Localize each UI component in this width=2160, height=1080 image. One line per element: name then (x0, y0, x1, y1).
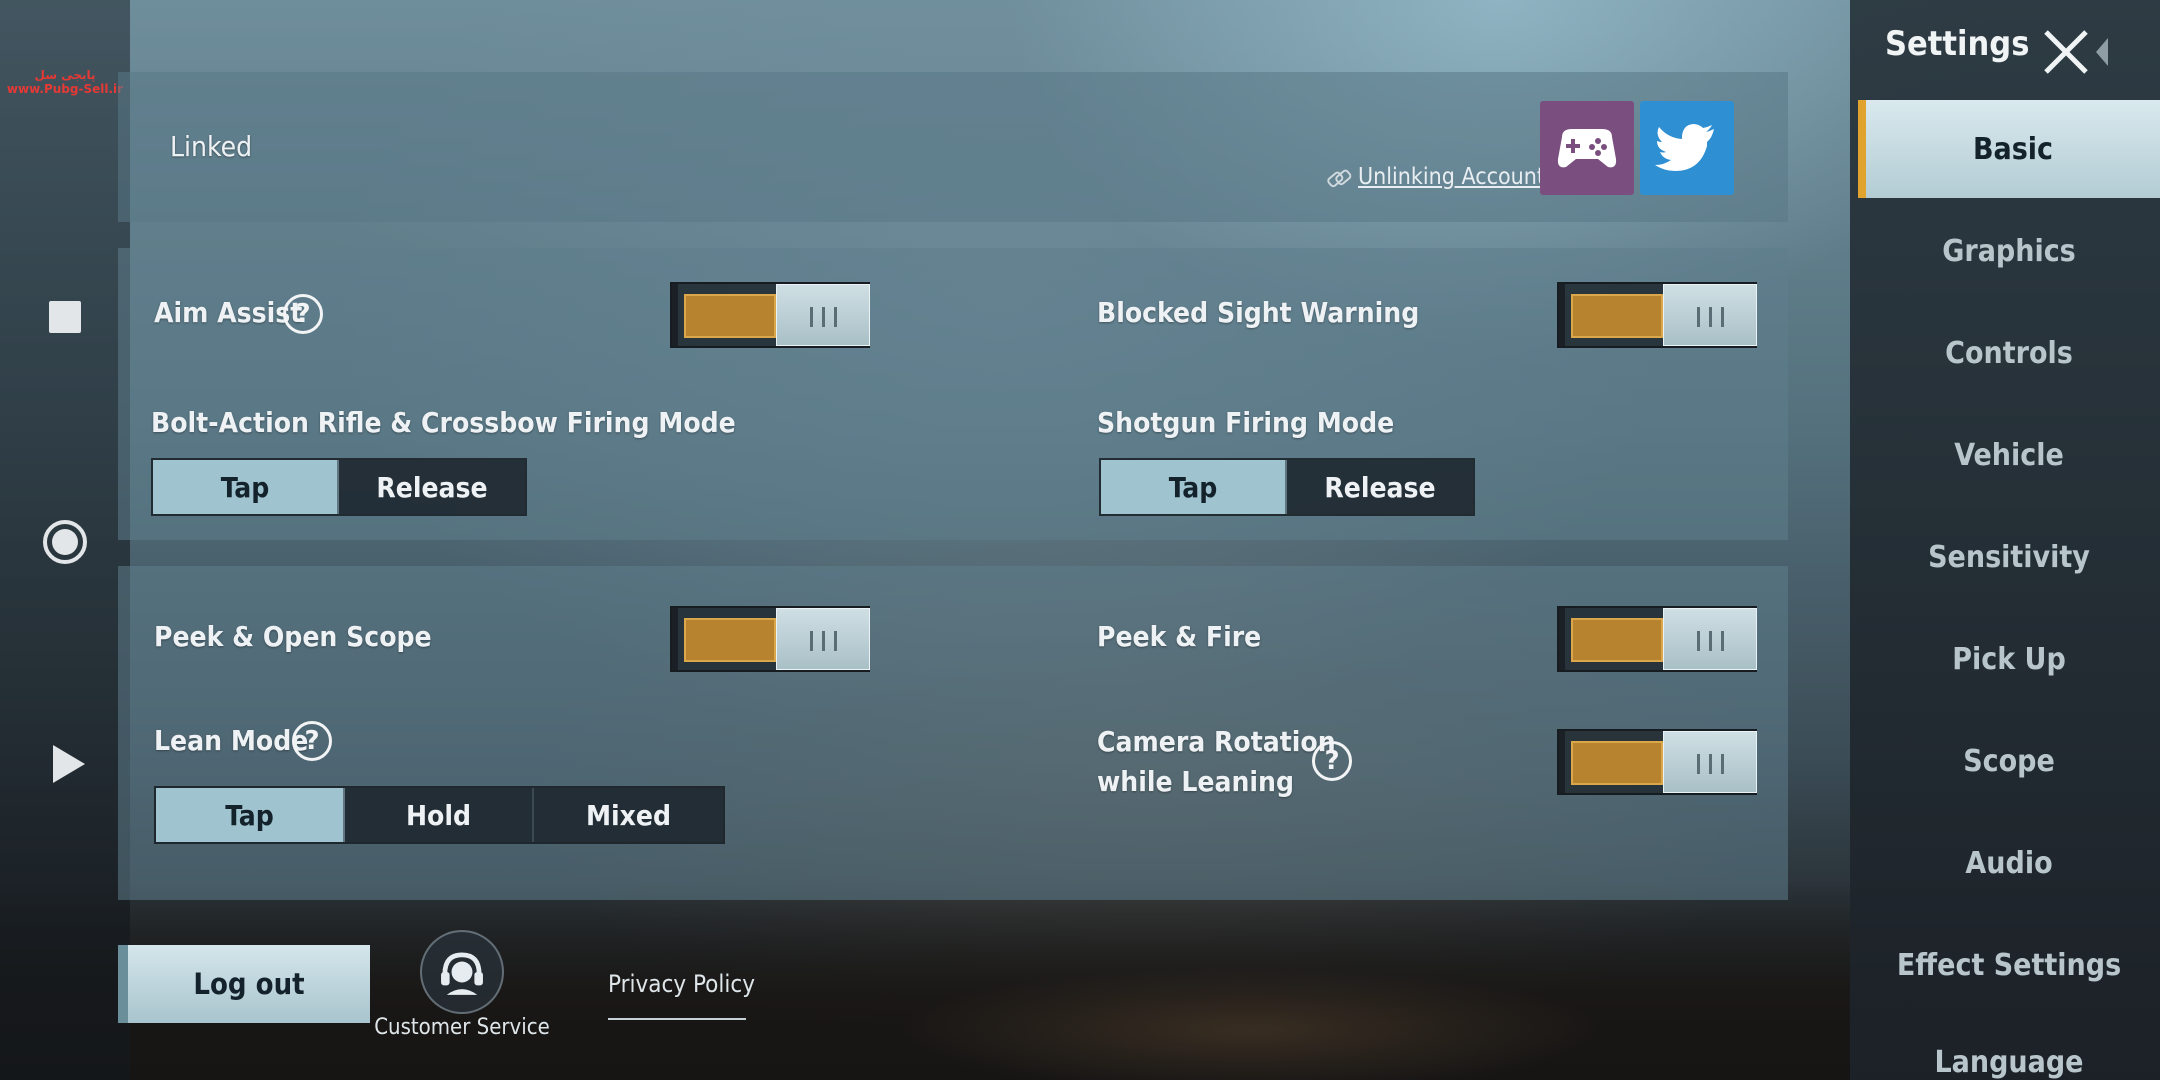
game-controller-icon[interactable] (1540, 101, 1634, 195)
headset-glyph (441, 952, 483, 995)
lean-mode-label: Lean Mode (154, 724, 309, 757)
bolt-action-option-tap[interactable]: Tap (153, 460, 339, 514)
twitter-icon[interactable] (1640, 101, 1734, 195)
peek-open-scope-toggle[interactable] (670, 606, 870, 672)
sidebar-item-basic[interactable]: Basic (1858, 100, 2160, 198)
settings-title: Settings (1885, 24, 2030, 64)
sidebar-item-vehicle[interactable]: Vehicle (1858, 406, 2160, 504)
privacy-policy-link[interactable]: Privacy Policy (608, 970, 755, 1020)
sidebar-item-effect-settings[interactable]: Effect Settings (1858, 916, 2160, 1014)
unlinking-accounts-link[interactable]: Unlinking Accounts (1358, 164, 1556, 190)
unlink-chain-icon (1327, 169, 1352, 188)
blocked-sight-warning-label: Blocked Sight Warning (1097, 296, 1420, 329)
peek-fire-toggle[interactable] (1557, 606, 1757, 672)
aim-assist-toggle[interactable] (670, 282, 870, 348)
shotgun-option-tap[interactable]: Tap (1101, 460, 1287, 514)
peek-settings-panel (118, 566, 1788, 900)
lean-mode-option-hold[interactable]: Hold (345, 788, 534, 842)
twitter-bird-glyph (1655, 124, 1714, 171)
lean-mode-option-mixed[interactable]: Mixed (534, 788, 723, 842)
camera-rotation-label-line2: while Leaning (1097, 765, 1294, 798)
peek-open-scope-label: Peek & Open Scope (154, 620, 432, 653)
sidebar-item-controls[interactable]: Controls (1858, 304, 2160, 402)
watermark-line2: www.Pubg-Sell.ir (6, 82, 124, 96)
lean-mode-option-tap[interactable]: Tap (156, 788, 345, 842)
game-controller-glyph (1557, 129, 1617, 168)
customer-service-headset-icon[interactable] (420, 930, 504, 1014)
shotgun-option-release[interactable]: Release (1287, 460, 1473, 514)
blocked-sight-warning-toggle[interactable] (1557, 282, 1757, 348)
system-nav-bar (0, 0, 130, 1080)
recents-square-icon[interactable] (45, 297, 85, 337)
sidebar-item-graphics[interactable]: Graphics (1858, 202, 2160, 300)
sidebar-item-pick-up[interactable]: Pick Up (1858, 610, 2160, 708)
aim-assist-help-icon[interactable]: ? (283, 294, 323, 334)
watermark-line1: پابجی سل (34, 68, 96, 82)
bolt-action-mode-selector: Tap Release (151, 458, 527, 516)
lean-mode-help-icon[interactable]: ? (292, 721, 332, 761)
close-icon[interactable] (2040, 26, 2112, 78)
customer-service-label[interactable]: Customer Service (372, 1015, 552, 1040)
sidebar-item-audio[interactable]: Audio (1858, 814, 2160, 912)
peek-fire-label: Peek & Fire (1097, 620, 1262, 653)
log-out-button[interactable]: Log out (118, 945, 370, 1023)
linked-accounts-panel (118, 72, 1788, 222)
close-x-glyph (2044, 30, 2108, 74)
camera-rotation-label: Camera Rotation while Leaning (1097, 722, 1336, 802)
camera-rotation-help-icon[interactable]: ? (1312, 741, 1352, 781)
bolt-action-option-release[interactable]: Release (339, 460, 525, 514)
lean-mode-selector: Tap Hold Mixed (154, 786, 725, 844)
bolt-action-label: Bolt-Action Rifle & Crossbow Firing Mode (151, 406, 736, 439)
watermark: پابجی سل www.Pubg-Sell.ir (0, 68, 130, 96)
shotgun-firing-mode-label: Shotgun Firing Mode (1097, 406, 1395, 439)
home-circle-icon[interactable] (43, 520, 87, 564)
aim-assist-label: Aim Assist (154, 296, 303, 329)
back-triangle-icon[interactable] (45, 745, 85, 785)
sidebar-item-language[interactable]: Language (1858, 1018, 2160, 1080)
sidebar-item-sensitivity[interactable]: Sensitivity (1858, 508, 2160, 606)
linked-label: Linked (170, 130, 253, 163)
shotgun-mode-selector: Tap Release (1099, 458, 1475, 516)
camera-rotation-label-line1: Camera Rotation (1097, 725, 1336, 758)
camera-rotation-toggle[interactable] (1557, 729, 1757, 795)
sidebar-item-scope[interactable]: Scope (1858, 712, 2160, 810)
